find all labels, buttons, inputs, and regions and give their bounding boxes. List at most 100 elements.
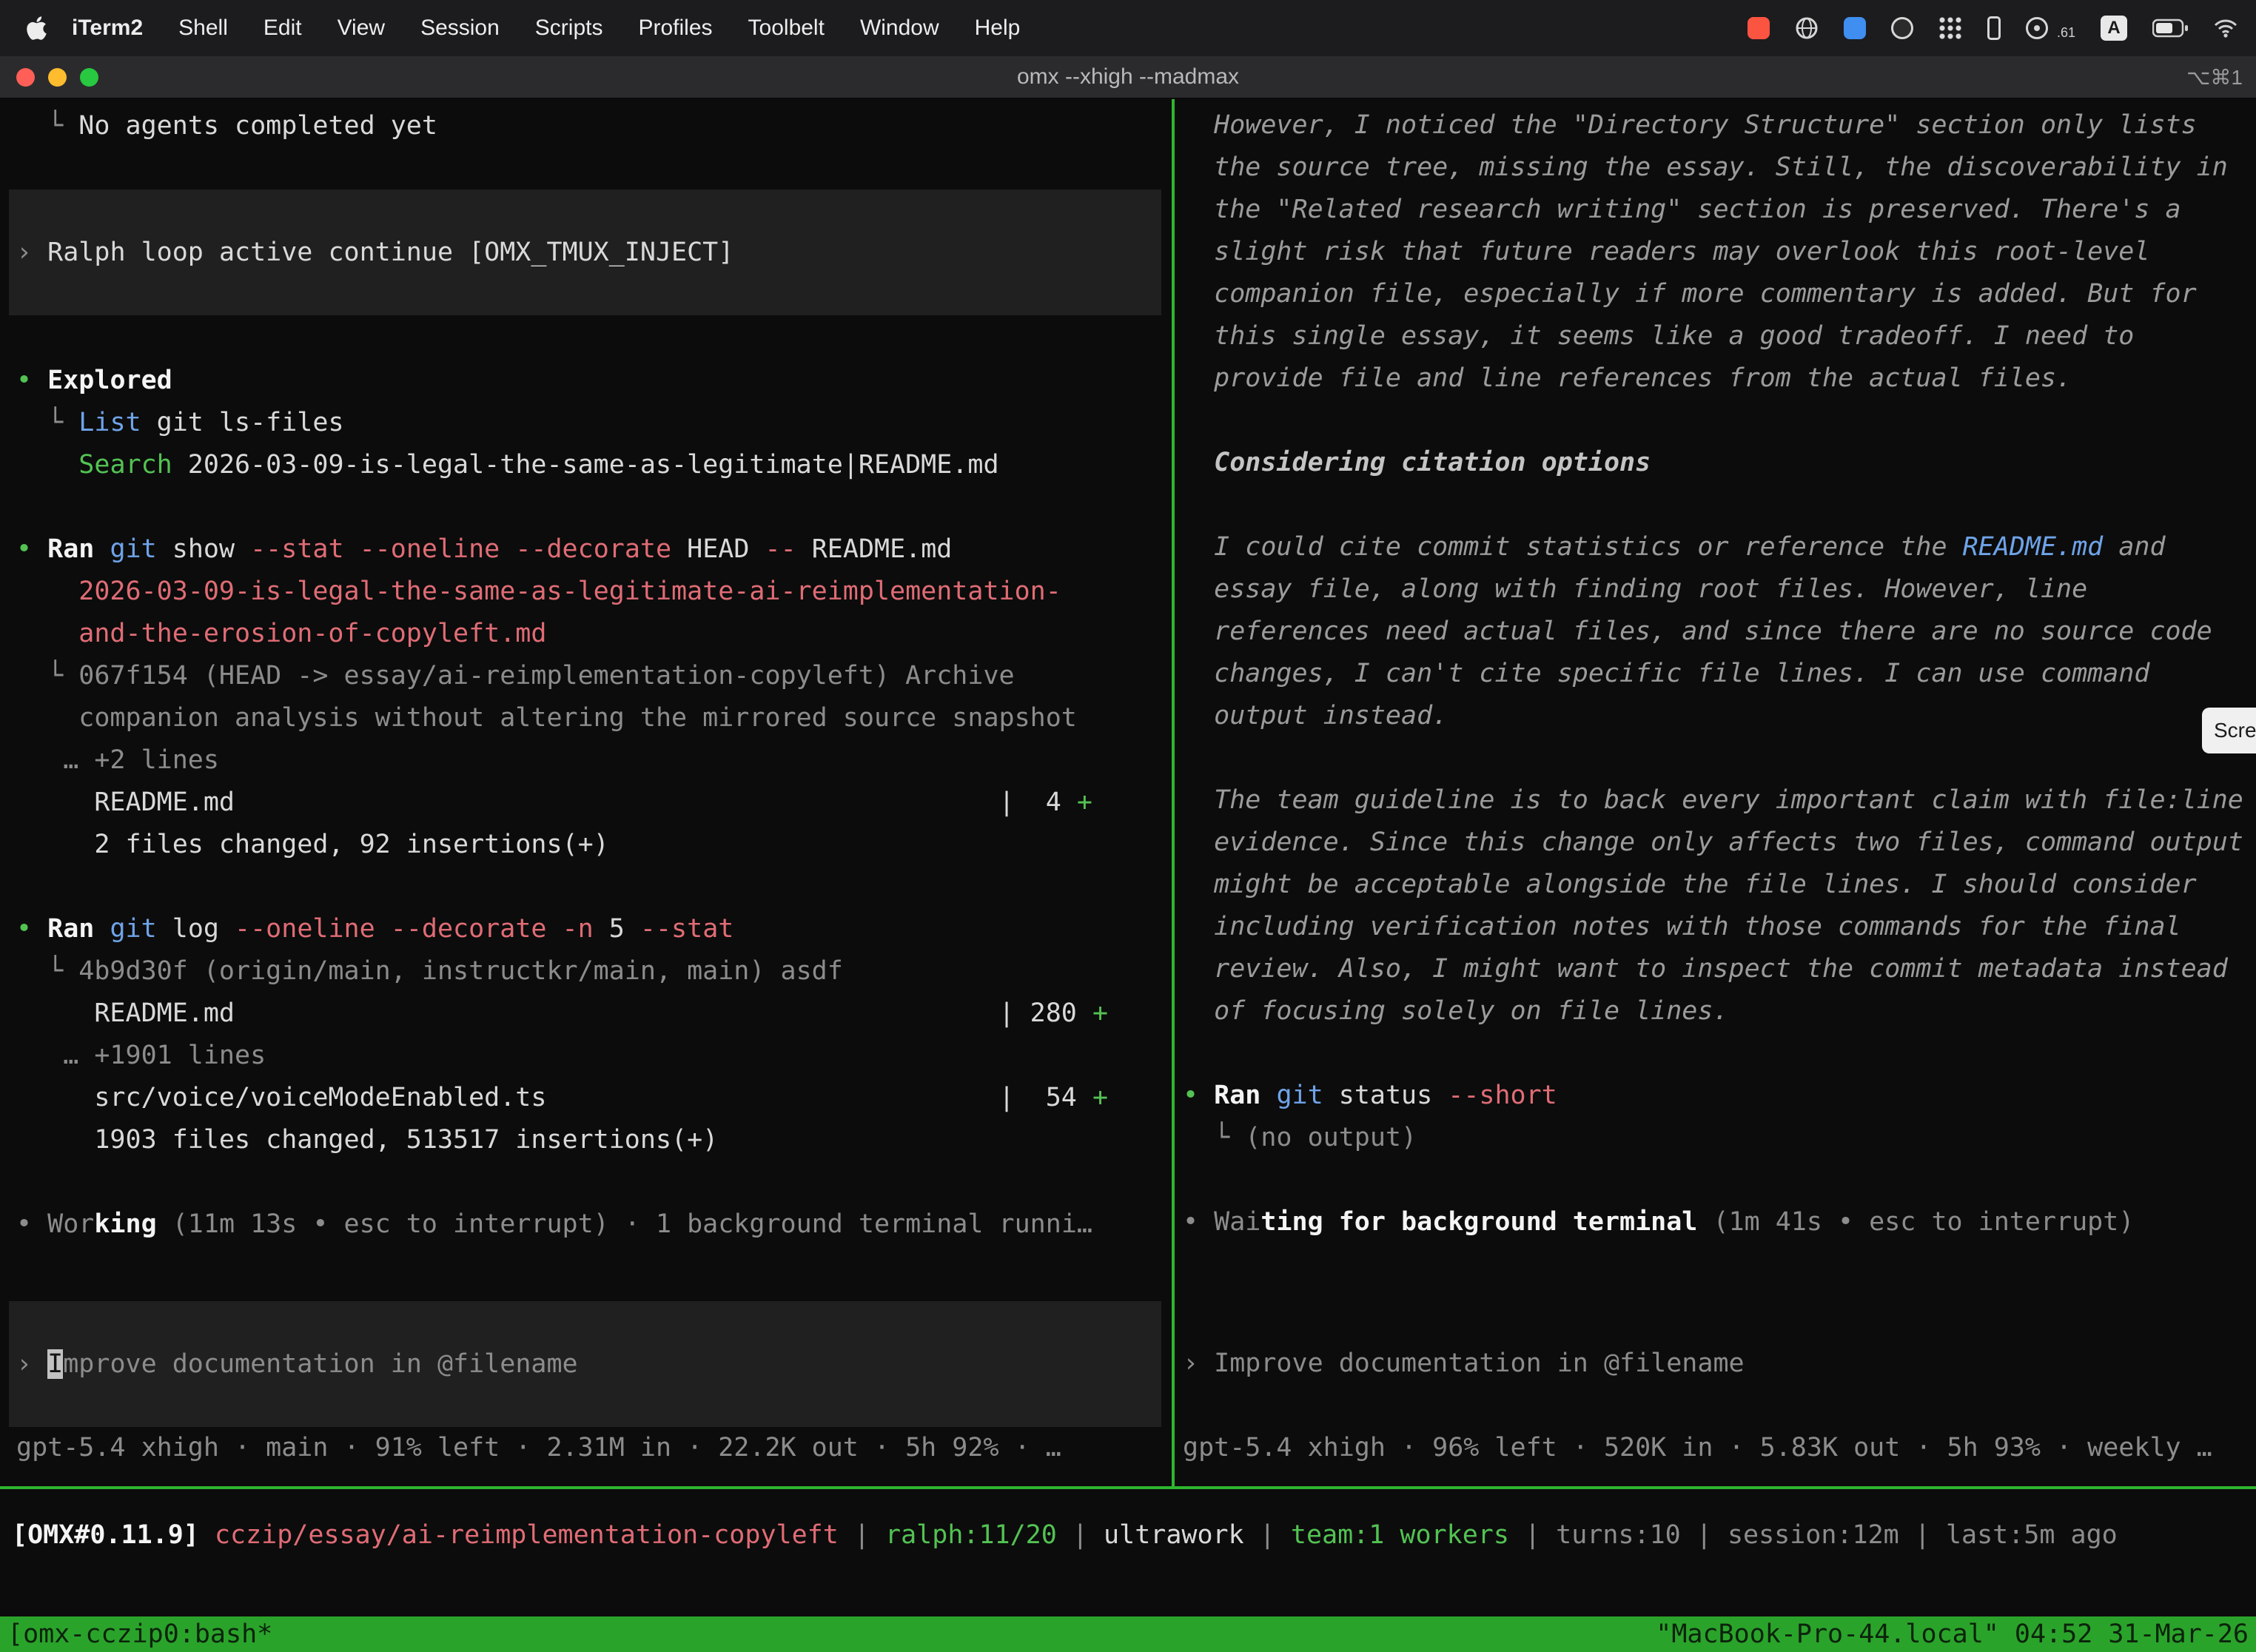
terminal-line: src/voice/voiceModeEnabled.ts | 54 + [16, 1077, 1172, 1119]
text-segment: log [157, 914, 235, 944]
text-segment: cczip/essay/ai-reimplementation-copyleft [215, 1520, 839, 1550]
terminal-line: essay file, along with finding root file… [1183, 568, 2256, 611]
terminal-line: evidence. Since this change only affects… [1183, 822, 2256, 864]
input-source-icon[interactable]: A [2101, 16, 2127, 41]
terminal-line: README.md | 280 + [16, 993, 1172, 1035]
pane-divider-vertical[interactable] [1172, 99, 1175, 1486]
text-segment: -- [765, 534, 796, 564]
terminal-line: Considering citation options [1183, 442, 2256, 484]
menu-item-session[interactable]: Session [403, 16, 517, 41]
text-segment: › Improve documentation in @filename [1183, 1349, 1745, 1378]
dots-grid-icon[interactable] [1938, 16, 1962, 40]
terminal-line: 2026-03-09-is-legal-the-same-as-legitima… [16, 571, 1172, 613]
text-segment: companion analysis without altering the … [16, 703, 1077, 733]
left-top-lines: └ No agents completed yet [16, 105, 1172, 147]
terminal-pane-left[interactable]: └ No agents completed yet › Ralph loop a… [0, 99, 1172, 1486]
terminal-line: and-the-erosion-of-copyleft.md [16, 613, 1172, 655]
terminal-line: might be acceptable alongside the file l… [1183, 864, 2256, 906]
terminal-line: 2 files changed, 92 insertions(+) [16, 824, 1172, 866]
globe-icon[interactable] [1795, 16, 1819, 40]
text-segment: 2026-03-09-is-legal-the-same-as-legitima… [172, 450, 999, 480]
screen-recording-indicator-icon[interactable] [1748, 17, 1770, 39]
text-segment: └ 067f154 (HEAD -> essay/ai-reimplementa… [16, 661, 1015, 691]
terminal-window: └ No agents completed yet › Ralph loop a… [0, 99, 2256, 1652]
terminal-line: └ (no output) [1183, 1117, 2256, 1159]
text-segment: ting for background terminal [1260, 1207, 1697, 1237]
omx-status-line: [OMX#0.11.9] cczip/essay/ai-reimplementa… [12, 1514, 2256, 1557]
face-icon[interactable] [2026, 17, 2048, 39]
text-segment: 1903 files changed, 513517 insertions(+) [16, 1125, 718, 1155]
text-segment: references need actual files, and since … [1183, 617, 2212, 646]
text-segment: including verification notes with those … [1183, 912, 2181, 941]
text-segment: • Wai [1183, 1207, 1260, 1237]
pane-divider-horizontal[interactable] [0, 1486, 2256, 1489]
text-segment: + [1077, 788, 1092, 817]
terminal-line: └ 4b9d30f (origin/main, instructkr/main,… [16, 950, 1172, 993]
text-segment: provide file and line references from th… [1183, 363, 2072, 393]
text-segment: king [94, 1209, 156, 1239]
menu-item-edit[interactable]: Edit [246, 16, 320, 41]
badge-61: .61 [2057, 25, 2075, 41]
text-segment: + [1092, 998, 1108, 1028]
menu-item-help[interactable]: Help [957, 16, 1038, 41]
terminal-line: the source tree, missing the essay. Stil… [1183, 147, 2256, 189]
phone-icon[interactable] [1987, 16, 2001, 40]
menu-item-profiles[interactable]: Profiles [620, 16, 730, 41]
text-segment: git ls-files [141, 408, 344, 437]
text-segment: --short [1448, 1081, 1557, 1110]
screen-share-tooltip[interactable]: Scre [2202, 708, 2256, 753]
text-segment: show [157, 534, 250, 564]
text-segment: the "Related research writing" section i… [1183, 195, 2181, 224]
text-segment: git [110, 914, 156, 944]
menu-item-iterm2[interactable]: iTerm2 [54, 16, 161, 41]
terminal-line: companion file, especially if more comme… [1183, 273, 2256, 315]
text-segment: Considering citation options [1183, 448, 1651, 477]
terminal-line: • Waiting for background terminal (1m 41… [1183, 1201, 2256, 1243]
text-segment [1260, 1081, 1276, 1110]
menu-item-toolbelt[interactable]: Toolbelt [731, 16, 842, 41]
text-segment: | [839, 1520, 885, 1550]
menu-item-window[interactable]: Window [842, 16, 957, 41]
prompt-input-box[interactable]: › Improve documentation in @filename [9, 1301, 1161, 1427]
text-segment: Ran [47, 534, 94, 564]
text-segment: └ (no output) [1183, 1123, 1417, 1152]
terminal-line: • Explored [16, 360, 1172, 402]
terminal-line: • Ran git log --oneline --decorate -n 5 … [16, 908, 1172, 950]
menu-item-shell[interactable]: Shell [161, 16, 246, 41]
text-segment: • Wor [16, 1209, 94, 1239]
window-title-bar: omx --xhigh --madmax ⌥⌘1 [0, 56, 2256, 99]
terminal-line: • Ran git status --short [1183, 1075, 2256, 1117]
terminal-line [1183, 484, 2256, 526]
terminal-line [16, 1161, 1172, 1203]
battery-icon[interactable] [2152, 19, 2188, 38]
text-segment: git [1276, 1081, 1323, 1110]
text-segment: No agents completed yet [78, 111, 437, 141]
window-title: omx --xhigh --madmax [0, 64, 2256, 90]
text-segment: might be acceptable alongside the file l… [1183, 870, 2197, 899]
ring-app-icon[interactable] [1891, 17, 1913, 39]
terminal-line [1183, 400, 2256, 442]
text-segment [16, 450, 78, 480]
text-segment: and-the-erosion-of-copyleft.md [16, 619, 546, 648]
blue-app-icon[interactable] [1844, 17, 1866, 39]
text-segment: [OMX#0.11.9] [12, 1520, 215, 1550]
menu-item-scripts[interactable]: Scripts [517, 16, 621, 41]
wifi-icon[interactable] [2213, 18, 2238, 38]
text-segment: gpt-5.4 xhigh · 96% left · 520K in · 5.8… [1183, 1433, 2212, 1463]
text-segment [94, 914, 110, 944]
terminal-line: Search 2026-03-09-is-legal-the-same-as-l… [16, 444, 1172, 486]
text-segment: essay file, along with finding root file… [1183, 574, 2087, 604]
text-segment: I [47, 1349, 63, 1379]
terminal-pane-right[interactable]: However, I noticed the "Directory Struct… [1177, 99, 2256, 1486]
terminal-line [16, 866, 1172, 908]
text-segment: this single essay, it seems like a good … [1183, 321, 2134, 351]
tmux-session-label[interactable]: [omx-cczip0:bash* [7, 1619, 272, 1649]
apple-menu[interactable] [22, 15, 54, 41]
text-segment: status [1323, 1081, 1448, 1110]
text-segment: Ran [47, 914, 94, 944]
terminal-line: of focusing solely on file lines. [1183, 990, 2256, 1032]
text-segment: | [1244, 1520, 1291, 1550]
menu-item-view[interactable]: View [320, 16, 403, 41]
text-segment: README.md | 280 [16, 998, 1092, 1028]
terminal-line: provide file and line references from th… [1183, 357, 2256, 400]
